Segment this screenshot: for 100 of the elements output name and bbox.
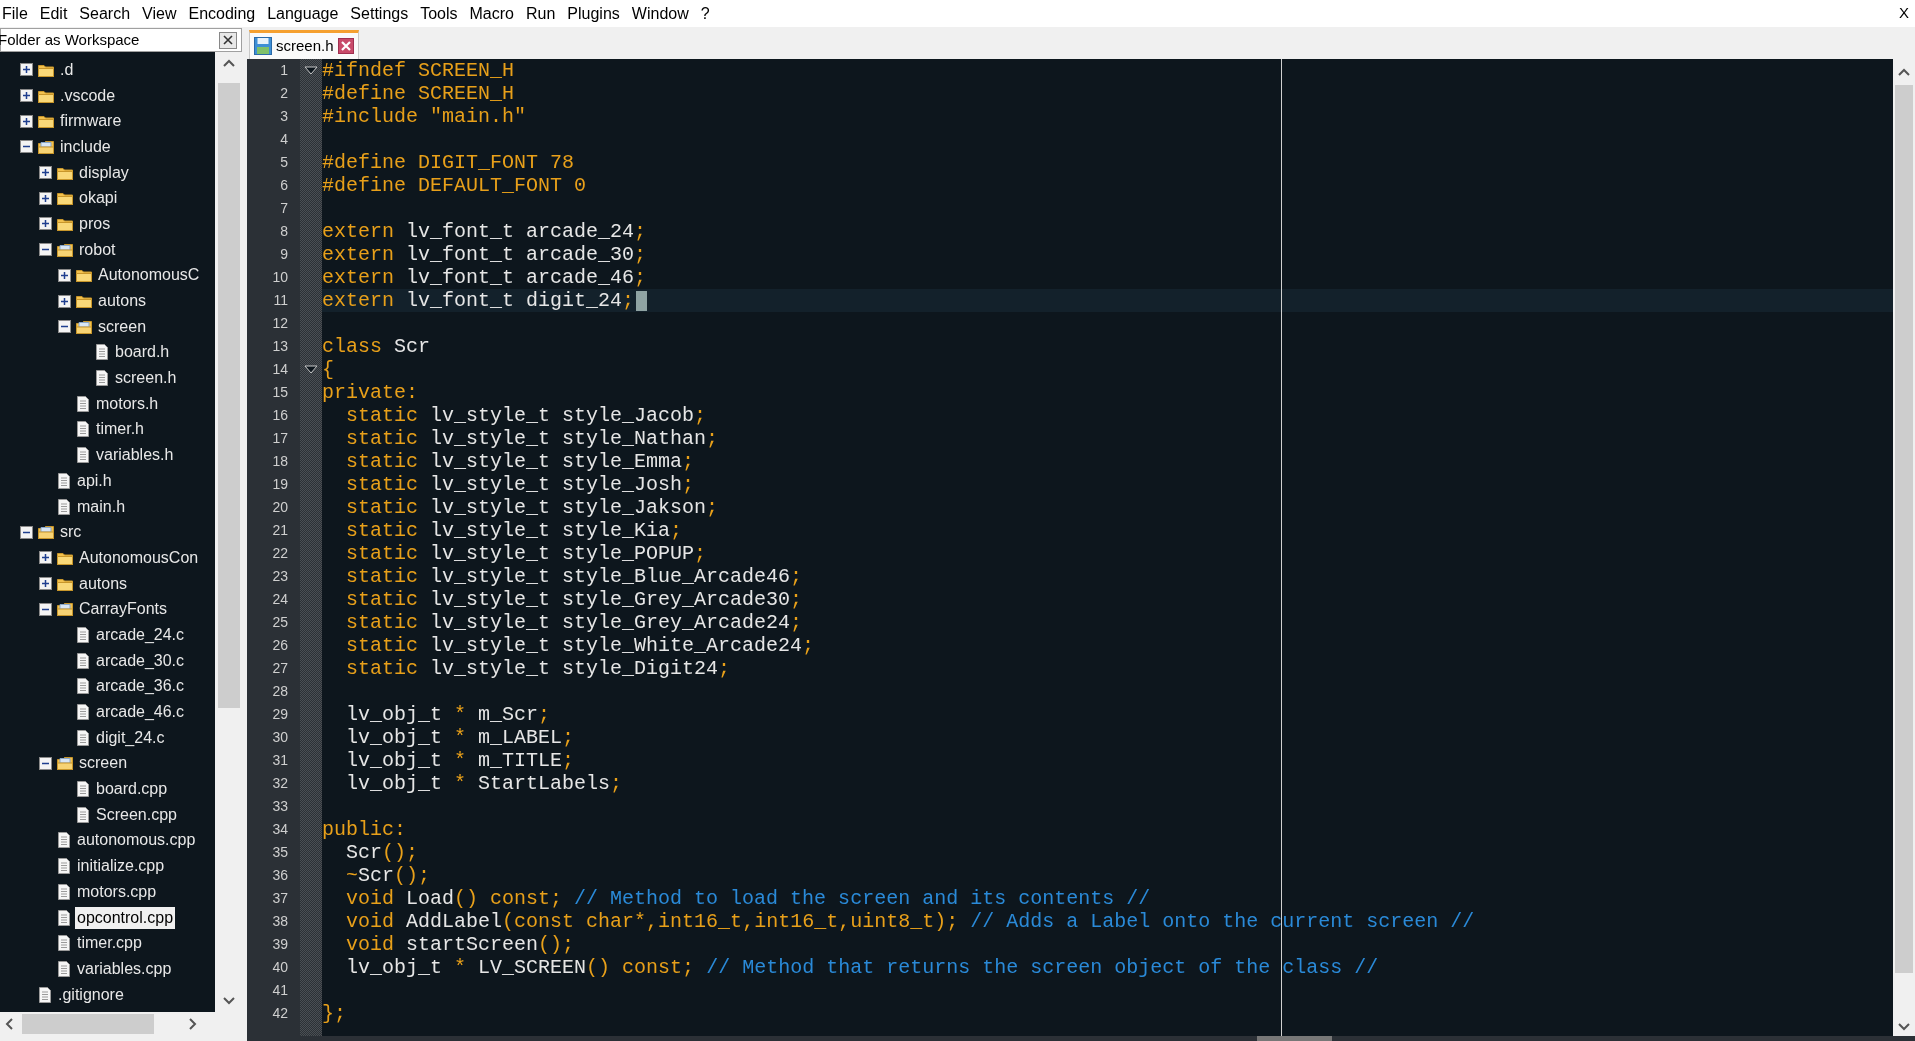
scrollbar-thumb[interactable] — [1257, 1036, 1332, 1041]
tree-item[interactable]: .gitignore — [56, 983, 126, 1006]
scroll-right-icon[interactable] — [188, 1017, 198, 1031]
menu-item[interactable]: File — [0, 1, 34, 26]
line-number: 9 — [280, 246, 288, 262]
code-line: ~Scr(); — [346, 864, 431, 887]
file-icon — [57, 472, 71, 489]
code-line: extern lv_font_t arcade_24; — [322, 220, 647, 243]
scrollbar-thumb[interactable] — [22, 1014, 154, 1034]
tree-item[interactable]: autonomous.cpp — [75, 829, 198, 852]
tree-item[interactable]: include — [58, 135, 113, 158]
tree-item[interactable]: arcade_36.c — [94, 675, 187, 698]
horizontal-scrollbar[interactable] — [247, 1036, 1915, 1041]
tree-item[interactable]: Screen.cpp — [94, 803, 179, 826]
line-number: 13 — [272, 338, 288, 354]
tree-item[interactable]: AutonomousCon — [77, 546, 201, 569]
line-number: 29 — [272, 706, 288, 722]
menu-item[interactable]: ? — [694, 1, 716, 26]
line-number: 35 — [272, 844, 288, 860]
collapse-button[interactable] — [20, 140, 33, 154]
tree-item[interactable]: .d — [58, 58, 76, 81]
tree-item[interactable]: CarrayFonts — [77, 598, 170, 621]
expand-button[interactable] — [39, 166, 52, 180]
line-number: 21 — [272, 522, 288, 538]
expand-button[interactable] — [58, 294, 71, 308]
expand-button[interactable] — [20, 89, 33, 103]
tree-item[interactable]: arcade_46.c — [94, 701, 187, 724]
tree-item[interactable]: arcade_30.c — [94, 649, 187, 672]
tree-item[interactable]: screen — [96, 315, 149, 338]
tree-item[interactable]: board.cpp — [94, 778, 170, 801]
expand-button[interactable] — [39, 191, 52, 205]
tree-item[interactable]: timer.h — [94, 418, 146, 441]
plus-icon — [41, 168, 50, 178]
tree-item[interactable]: autons — [96, 290, 149, 313]
line-number: 19 — [272, 476, 288, 492]
code-line: void startScreen(); — [346, 933, 575, 956]
tree-item[interactable]: pros — [77, 212, 113, 235]
tree-item[interactable]: motors.cpp — [75, 880, 159, 903]
tree-item[interactable]: api.h — [75, 469, 114, 492]
menu-item[interactable]: Settings — [344, 1, 415, 26]
tree-item[interactable]: src — [58, 521, 84, 544]
collapse-button[interactable] — [39, 756, 52, 770]
tree-item[interactable]: robot — [77, 238, 118, 261]
scrollbar-thumb[interactable] — [217, 83, 240, 708]
expand-button[interactable] — [58, 268, 71, 282]
menu-item[interactable]: Encoding — [182, 1, 262, 26]
collapse-button[interactable] — [58, 320, 71, 334]
scrollbar-thumb[interactable] — [1895, 85, 1913, 973]
vertical-scrollbar[interactable] — [1893, 59, 1915, 1036]
tree-item[interactable]: AutonomousC — [96, 264, 202, 287]
tree-item[interactable]: board.h — [113, 341, 172, 364]
close-button[interactable]: X — [1899, 2, 1915, 25]
menu-item[interactable]: Edit — [33, 1, 74, 26]
line-number: 15 — [272, 384, 288, 400]
scroll-left-icon[interactable] — [4, 1017, 14, 1031]
menu-item[interactable]: View — [136, 1, 183, 26]
tree-item[interactable]: opcontrol.cpp — [75, 906, 176, 929]
scroll-down-icon[interactable] — [1897, 1022, 1911, 1032]
tree-item[interactable]: variables.cpp — [75, 957, 174, 980]
menu-item[interactable]: Tools — [414, 1, 464, 26]
expand-button[interactable] — [39, 217, 52, 231]
tree-item[interactable]: variables.h — [94, 444, 176, 467]
line-number: 24 — [272, 591, 288, 607]
file-tab[interactable]: screen.h — [249, 30, 359, 59]
expand-button[interactable] — [39, 551, 52, 565]
scroll-up-icon[interactable] — [221, 58, 236, 68]
tree-item[interactable]: main.h — [75, 495, 128, 518]
expand-button[interactable] — [39, 577, 52, 591]
collapse-button[interactable] — [20, 525, 33, 539]
open-folder-icon — [57, 602, 73, 617]
close-tab-icon[interactable] — [337, 38, 354, 54]
tree-item[interactable]: digit_24.c — [94, 726, 167, 749]
menu-item[interactable]: Macro — [463, 1, 520, 26]
tree-item[interactable]: timer.cpp — [75, 932, 144, 955]
fold-icon[interactable] — [304, 66, 318, 75]
tree-item[interactable]: .vscode — [58, 84, 118, 107]
tree-item[interactable]: okapi — [77, 187, 120, 210]
tree-item[interactable]: motors.h — [94, 392, 161, 415]
line-number: 16 — [272, 407, 288, 423]
tree-item[interactable]: autons — [77, 572, 130, 595]
close-panel-button[interactable] — [219, 31, 237, 49]
scroll-down-icon[interactable] — [221, 996, 236, 1006]
collapse-button[interactable] — [39, 602, 52, 616]
collapse-button[interactable] — [39, 243, 52, 257]
expand-button[interactable] — [20, 114, 33, 128]
tree-item[interactable]: display — [77, 161, 131, 184]
menu-item[interactable]: Plugins — [561, 1, 626, 26]
menu-item[interactable]: Window — [625, 1, 695, 26]
fold-icon[interactable] — [304, 365, 318, 374]
expand-button[interactable] — [20, 63, 33, 77]
tree-item[interactable]: screen.h — [113, 367, 179, 390]
menu-item[interactable]: Run — [520, 1, 562, 26]
tree-item[interactable]: initialize.cpp — [75, 855, 167, 878]
scroll-up-icon[interactable] — [1897, 67, 1911, 77]
menu-item[interactable]: Search — [73, 1, 137, 26]
tree-item[interactable]: firmware — [58, 110, 124, 133]
tree-item[interactable]: arcade_24.c — [94, 623, 187, 646]
tree-item[interactable]: screen — [77, 752, 130, 775]
menu-item[interactable]: Language — [261, 1, 345, 26]
line-number: 41 — [272, 982, 288, 998]
